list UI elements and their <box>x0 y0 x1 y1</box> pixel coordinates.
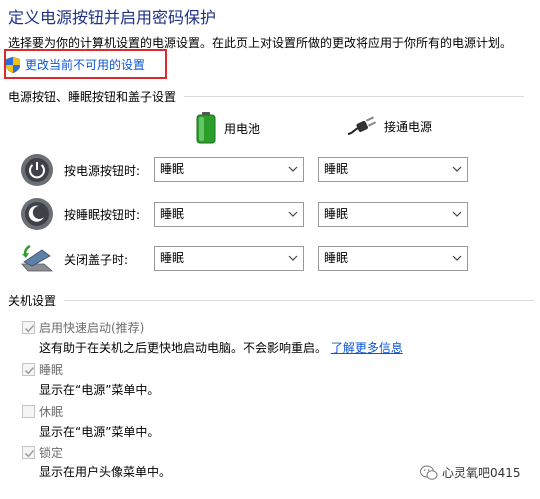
checkmark-icon <box>25 367 35 375</box>
power-section-title: 电源按钮、睡眠按钮和盖子设置 <box>8 90 177 104</box>
power-plug-icon <box>347 116 376 135</box>
chevron-down-icon <box>452 211 462 217</box>
watermark: 心灵氧吧0415 <box>420 464 521 481</box>
lock-label: 锁定 <box>39 446 64 460</box>
section-divider <box>184 96 525 97</box>
sleep-option[interactable]: 睡眠 <box>22 361 63 378</box>
ac-column-label: 接通电源 <box>384 119 433 134</box>
learn-more-link[interactable]: 了解更多信息 <box>331 341 403 355</box>
battery-column-label: 用电池 <box>224 121 261 136</box>
select-value: 睡眠 <box>160 251 185 265</box>
hibernate-label: 休眠 <box>39 405 64 419</box>
close-lid-battery-select[interactable]: 睡眠 <box>154 246 304 271</box>
battery-icon <box>196 112 216 144</box>
checkmark-icon <box>25 325 35 333</box>
fast-startup-label: 启用快速启动(推荐) <box>39 321 145 335</box>
checkmark-icon <box>25 450 35 458</box>
shutdown-section-title: 关机设置 <box>8 294 57 308</box>
battery-column-header: 用电池 <box>196 112 260 144</box>
sleep-button-icon <box>21 198 53 230</box>
close-lid-ac-select[interactable]: 睡眠 <box>318 246 468 271</box>
change-unavailable-settings-link[interactable]: 更改当前不可用的设置 <box>6 56 145 73</box>
sleep-button-ac-select[interactable]: 睡眠 <box>318 202 468 227</box>
wechat-icon <box>420 465 438 480</box>
page-title: 定义电源按钮并启用密码保护 <box>8 8 217 27</box>
uac-shield-icon <box>6 56 20 73</box>
power-button-icon <box>21 154 53 186</box>
sleep-button-label: 按睡眠按钮时: <box>64 207 141 222</box>
close-lid-row: 关闭盖子时: <box>20 242 152 276</box>
select-value: 睡眠 <box>160 207 185 221</box>
hibernate-checkbox[interactable] <box>22 405 35 418</box>
select-value: 睡眠 <box>324 162 349 176</box>
power-button-battery-select[interactable]: 睡眠 <box>154 157 304 182</box>
select-value: 睡眠 <box>160 162 185 176</box>
change-link-text: 更改当前不可用的设置 <box>25 58 146 72</box>
fast-startup-checkbox[interactable] <box>22 321 35 334</box>
sleep-checkbox[interactable] <box>22 363 35 376</box>
hibernate-option[interactable]: 休眠 <box>22 403 63 420</box>
sleep-button-row: 按睡眠按钮时: <box>20 197 152 231</box>
section-divider <box>64 300 535 301</box>
power-button-label: 按电源按钮时: <box>64 163 141 178</box>
laptop-lid-icon <box>21 244 54 272</box>
chevron-down-icon <box>288 255 298 261</box>
sleep-button-battery-select[interactable]: 睡眠 <box>154 202 304 227</box>
chevron-down-icon <box>452 255 462 261</box>
power-section-header: 电源按钮、睡眠按钮和盖子设置 <box>8 88 525 105</box>
close-lid-label: 关闭盖子时: <box>64 252 129 267</box>
sleep-label: 睡眠 <box>39 363 64 377</box>
hibernate-description: 显示在“电源”菜单中。 <box>39 425 160 439</box>
watermark-text: 心灵氧吧0415 <box>442 466 521 480</box>
select-value: 睡眠 <box>324 207 349 221</box>
power-button-row: 按电源按钮时: <box>20 153 152 187</box>
fast-startup-desc-text: 这有助于在关机之后更快地启动电脑。不会影响重启。 <box>39 341 328 355</box>
lock-option[interactable]: 锁定 <box>22 444 63 461</box>
lock-description: 显示在用户头像菜单中。 <box>39 465 172 479</box>
select-value: 睡眠 <box>324 251 349 265</box>
chevron-down-icon <box>288 166 298 172</box>
shutdown-section-header: 关机设置 <box>8 292 535 309</box>
chevron-down-icon <box>452 166 462 172</box>
sleep-description: 显示在“电源”菜单中。 <box>39 383 160 397</box>
ac-column-header: 接通电源 <box>346 116 432 136</box>
power-button-ac-select[interactable]: 睡眠 <box>318 157 468 182</box>
fast-startup-description: 这有助于在关机之后更快地启动电脑。不会影响重启。 了解更多信息 <box>39 339 403 356</box>
lock-checkbox[interactable] <box>22 446 35 459</box>
chevron-down-icon <box>288 211 298 217</box>
fast-startup-option[interactable]: 启用快速启动(推荐) <box>22 319 144 336</box>
